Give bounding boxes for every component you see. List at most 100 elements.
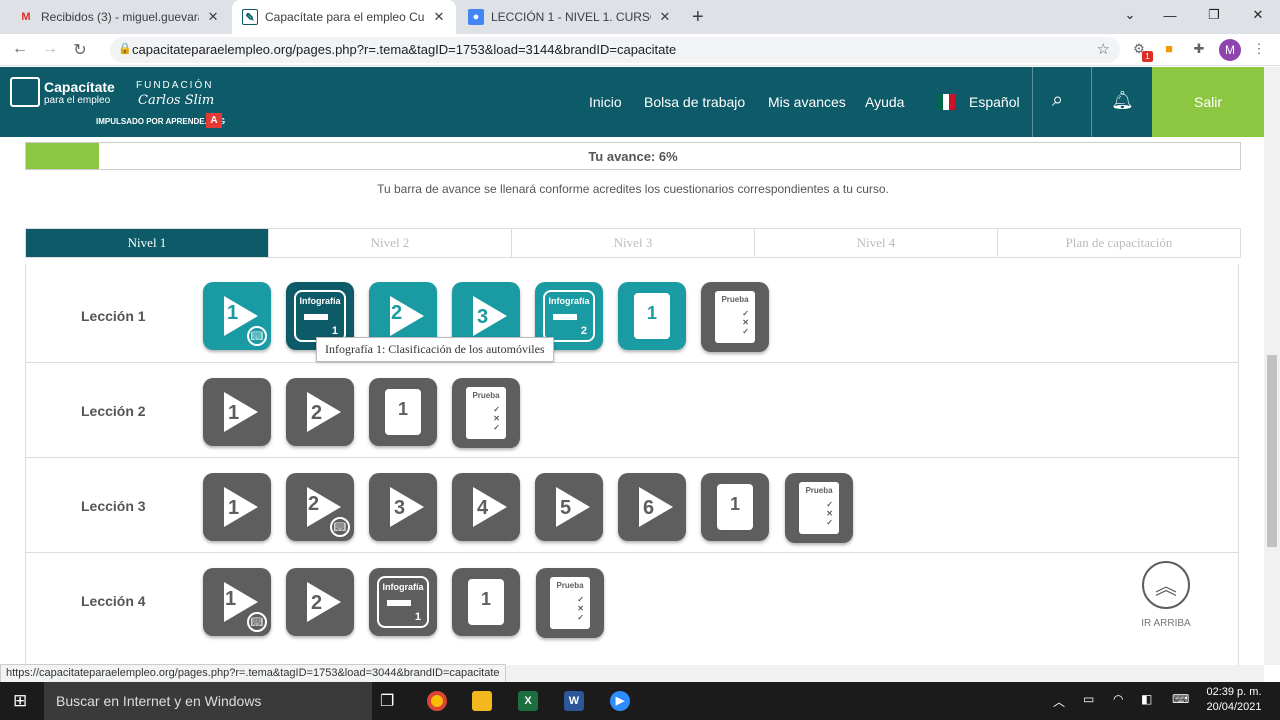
- page-edit-icon: ✎: [242, 9, 258, 25]
- window-close-icon[interactable]: ✕: [1236, 0, 1280, 30]
- video-activity[interactable]: 5: [535, 473, 603, 541]
- video-activity[interactable]: 1: [203, 473, 271, 541]
- windows-start-icon[interactable]: ⊞: [13, 691, 27, 711]
- logo-pencil-icon: [10, 77, 40, 107]
- activity-number: 3: [394, 497, 406, 519]
- bell-icon[interactable]: 🔔︎: [1111, 90, 1134, 111]
- activity-number: 1: [227, 302, 239, 324]
- close-icon[interactable]: ✕: [206, 9, 220, 25]
- tab-nivel-1[interactable]: Nivel 1: [26, 229, 268, 257]
- tab-nivel-3[interactable]: Nivel 3: [511, 229, 754, 257]
- nav-inicio[interactable]: Inicio: [589, 94, 622, 110]
- tab-title: LECCIÓN 1 - NIVEL 1. CURSO ME: [491, 10, 651, 24]
- activity-number: 1: [331, 325, 338, 337]
- activity-number: 4: [477, 497, 489, 519]
- scroll-top-button[interactable]: ︽: [1142, 561, 1190, 609]
- tab-search-icon[interactable]: ⌄: [1108, 0, 1152, 30]
- scroll-top-label: IR ARRIBA: [1141, 618, 1191, 629]
- activity-number: 1: [729, 494, 740, 514]
- quiz-activity[interactable]: Prueba ✓ ✕ ✓: [785, 473, 853, 543]
- activity-number: 1: [225, 588, 237, 610]
- mexico-flag-icon: [937, 94, 955, 110]
- video-activity[interactable]: 4: [452, 473, 520, 541]
- new-tab-icon[interactable]: +: [692, 6, 704, 29]
- tab-gmail[interactable]: M Recibidos (3) - miguel.guevara@ ✕: [8, 0, 230, 34]
- puzzle-icon[interactable]: ✚: [1190, 41, 1208, 59]
- video-activity[interactable]: 2: [286, 568, 354, 636]
- minimize-icon[interactable]: —: [1148, 0, 1192, 30]
- menu-dots-icon[interactable]: ⋮: [1250, 41, 1268, 59]
- reading-activity[interactable]: 1: [618, 282, 686, 350]
- video-activity[interactable]: 2 📖︎: [286, 473, 354, 541]
- logout-button[interactable]: Salir: [1152, 67, 1264, 137]
- activity-type: Prueba: [721, 295, 749, 304]
- reading-activity[interactable]: 1: [701, 473, 769, 541]
- bookmark-star-icon[interactable]: ☆: [1097, 40, 1110, 58]
- chevron-up-icon[interactable]: ︿: [1053, 693, 1065, 710]
- video-activity[interactable]: 6: [618, 473, 686, 541]
- reading-activity[interactable]: 1: [369, 378, 437, 446]
- nav-avances[interactable]: Mis avances: [768, 94, 846, 110]
- taskbar-search[interactable]: Buscar en Internet y en Windows: [44, 682, 372, 720]
- tab-capacitate[interactable]: ✎ Capacítate para el empleo Curso ✕: [232, 0, 456, 34]
- progress-bar: Tu avance: 6%: [25, 142, 1241, 170]
- clock-time: 02:39 p. m.: [1206, 686, 1262, 698]
- tab-title: Recibidos (3) - miguel.guevara@: [41, 10, 200, 24]
- quiz-activity[interactable]: Prueba ✓ ✕ ✓: [701, 282, 769, 352]
- zoom-icon[interactable]: ▶: [610, 691, 630, 711]
- video-activity[interactable]: 1: [203, 378, 271, 446]
- volume-icon[interactable]: ◧: [1141, 692, 1152, 706]
- language-selector[interactable]: Español: [969, 94, 1020, 110]
- tab-plan[interactable]: Plan de capacitación: [997, 229, 1240, 257]
- video-activity[interactable]: 1 📖︎: [203, 568, 271, 636]
- video-activity[interactable]: 1 📖︎: [203, 282, 271, 350]
- quiz-activity[interactable]: Prueba ✓ ✕ ✓: [536, 568, 604, 638]
- windows-taskbar: ⊞ Buscar en Internet y en Windows ❐ X W …: [0, 682, 1280, 720]
- quiz-activity[interactable]: Prueba ✓ ✕ ✓: [452, 378, 520, 448]
- tab-leccion[interactable]: ● LECCIÓN 1 - NIVEL 1. CURSO ME ✕: [458, 0, 682, 34]
- activity-number: 3: [477, 306, 489, 328]
- infographic-activity[interactable]: Infografía 1: [369, 568, 437, 636]
- address-bar[interactable]: 🔒 capacitateparaelempleo.org/pages.php?r…: [110, 37, 1120, 63]
- close-icon[interactable]: ✕: [432, 9, 446, 25]
- video-activity[interactable]: 3: [369, 473, 437, 541]
- wifi-icon[interactable]: ◠: [1113, 692, 1123, 706]
- maximize-icon[interactable]: ❐: [1192, 0, 1236, 30]
- tooltip: Infografía 1: Clasificación de los autom…: [316, 337, 554, 362]
- tab-nivel-2[interactable]: Nivel 2: [268, 229, 511, 257]
- nav-ayuda[interactable]: Ayuda: [865, 94, 904, 110]
- close-icon[interactable]: ✕: [658, 9, 672, 25]
- task-view-icon[interactable]: ❐: [380, 691, 394, 711]
- tab-nivel-4[interactable]: Nivel 4: [754, 229, 997, 257]
- activity-number: 2: [311, 402, 323, 424]
- keyboard-icon[interactable]: ⌨: [1172, 692, 1189, 706]
- reload-icon[interactable]: ↻: [70, 40, 90, 60]
- lesson-title: Lección 3: [81, 498, 146, 514]
- browser-tab-bar: M Recibidos (3) - miguel.guevara@ ✕ ✎ Ca…: [0, 0, 1280, 34]
- battery-icon[interactable]: ▭: [1083, 692, 1094, 706]
- search-icon[interactable]: ⌕: [1052, 89, 1063, 112]
- logo-main: Capacítate: [44, 79, 115, 95]
- aprende-logo-icon: A: [206, 113, 222, 128]
- taskbar-clock[interactable]: 02:39 p. m. 20/04/2021: [1204, 685, 1264, 715]
- activity-type: Prueba: [805, 486, 833, 495]
- word-icon[interactable]: W: [564, 691, 584, 711]
- clock-date: 20/04/2021: [1206, 701, 1262, 713]
- nav-bolsa[interactable]: Bolsa de trabajo: [644, 94, 745, 110]
- activity-number: 2: [308, 493, 320, 515]
- video-activity[interactable]: 2: [286, 378, 354, 446]
- activity-number: 1: [228, 497, 240, 519]
- forward-icon[interactable]: →: [40, 40, 60, 58]
- back-icon[interactable]: ←: [10, 40, 30, 58]
- status-url: https://capacitateparaelempleo.org/pages…: [0, 664, 506, 683]
- lesson-title: Lección 2: [81, 403, 146, 419]
- progress-label: Tu avance: 6%: [588, 149, 678, 164]
- activity-number: 2: [391, 302, 403, 324]
- chrome-icon[interactable]: [427, 691, 447, 711]
- scrollbar-thumb[interactable]: [1267, 355, 1277, 547]
- excel-icon[interactable]: X: [518, 691, 538, 711]
- extension-bag-icon[interactable]: ■: [1160, 41, 1178, 59]
- profile-avatar[interactable]: M: [1219, 39, 1241, 61]
- reading-activity[interactable]: 1: [452, 568, 520, 636]
- file-explorer-icon[interactable]: [472, 691, 492, 711]
